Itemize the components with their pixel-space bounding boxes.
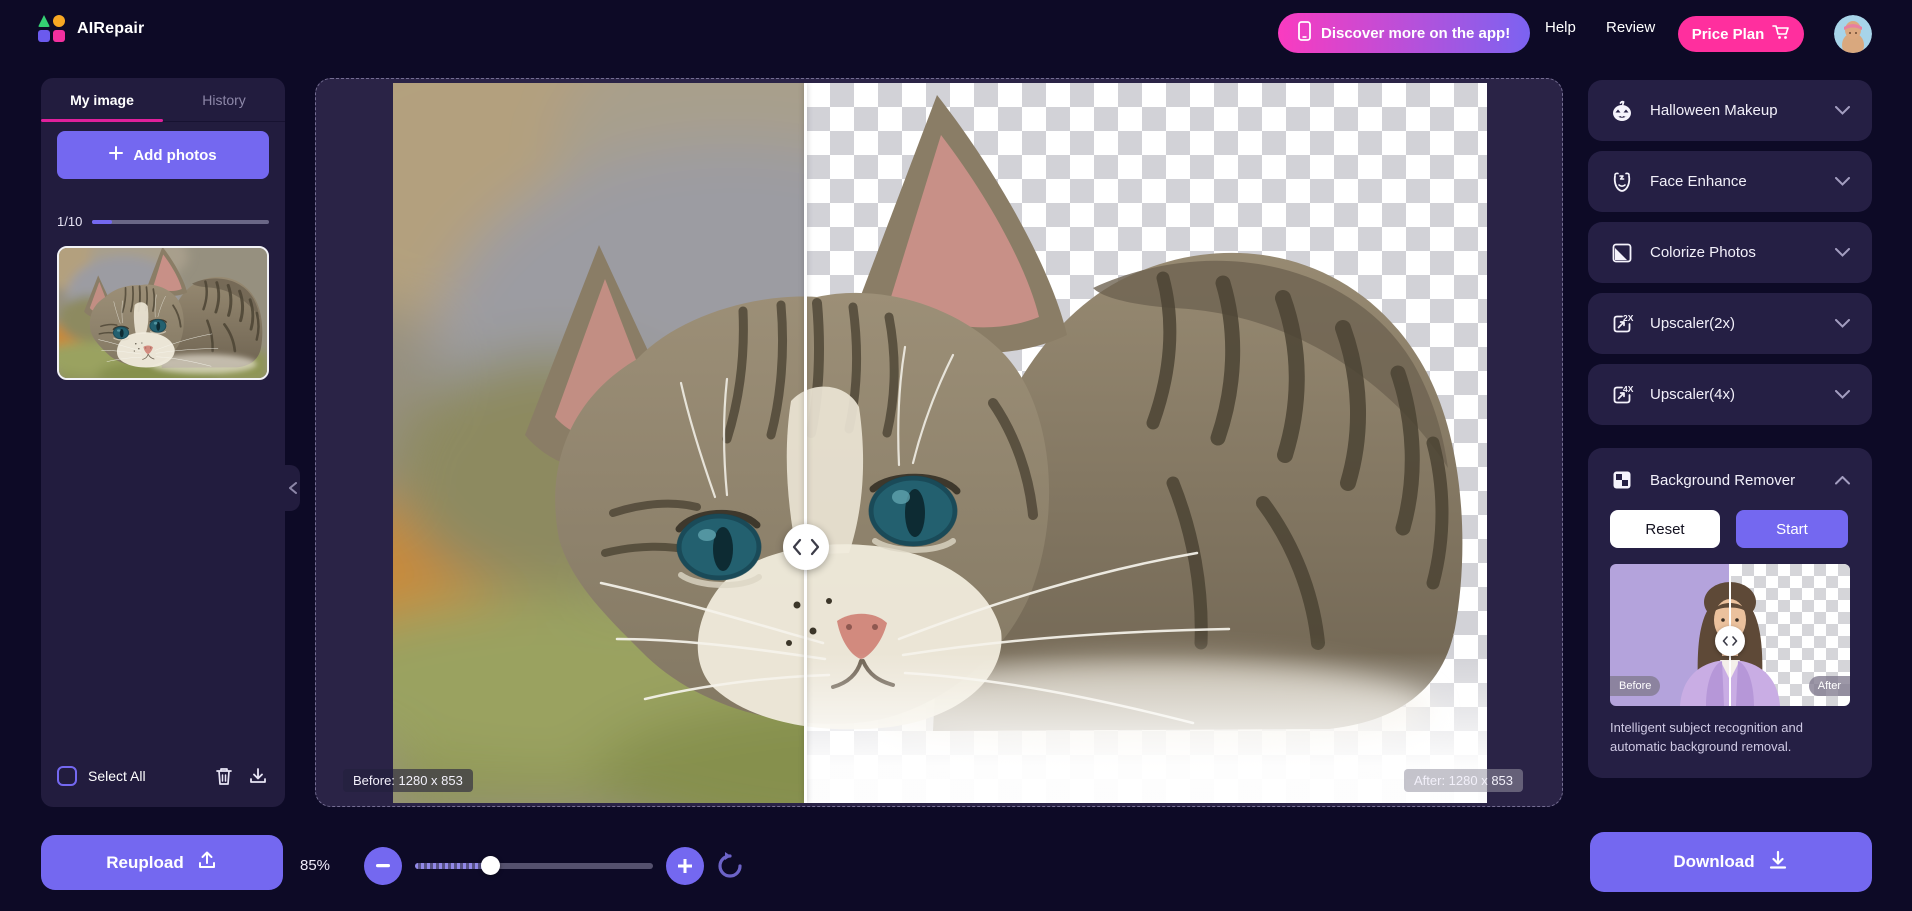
zoom-slider-thumb[interactable] bbox=[481, 856, 500, 875]
left-right-arrows-icon bbox=[1722, 636, 1738, 646]
compare-divider-line bbox=[804, 83, 807, 803]
tool-colorize-photos[interactable]: Colorize Photos bbox=[1588, 222, 1872, 283]
svg-text:4X: 4X bbox=[1623, 384, 1634, 394]
tool-label: Colorize Photos bbox=[1650, 244, 1819, 261]
tool-upscaler-2x[interactable]: 2X Upscaler(2x) bbox=[1588, 293, 1872, 354]
checkerboard-icon bbox=[1610, 468, 1634, 492]
photo-counter-row: 1/10 bbox=[57, 214, 269, 229]
tool-label: Upscaler(4x) bbox=[1650, 386, 1819, 403]
user-avatar[interactable] bbox=[1834, 15, 1872, 53]
select-all-row: Select All bbox=[57, 765, 269, 787]
tool-label: Upscaler(2x) bbox=[1650, 315, 1819, 332]
photo-counter: 1/10 bbox=[57, 214, 82, 229]
chevron-left-icon bbox=[289, 482, 297, 494]
photo-quota-bar bbox=[92, 220, 269, 224]
before-size-badge: Before: 1280 x 853 bbox=[343, 769, 473, 792]
download-icon bbox=[248, 766, 268, 786]
tool-label: Face Enhance bbox=[1650, 173, 1819, 190]
svg-text:2X: 2X bbox=[1623, 313, 1634, 323]
tool-face-enhance[interactable]: Face Enhance bbox=[1588, 151, 1872, 212]
reset-view-button[interactable] bbox=[712, 848, 748, 884]
background-remover-actions: Reset Start bbox=[1610, 510, 1850, 548]
background-remover-preview: Before After bbox=[1610, 564, 1850, 706]
tab-history[interactable]: History bbox=[163, 78, 285, 121]
after-image-half bbox=[806, 83, 1487, 803]
phone-icon bbox=[1298, 21, 1311, 45]
plus-icon bbox=[678, 859, 692, 873]
zoom-level-value: 85% bbox=[300, 857, 330, 874]
review-link[interactable]: Review bbox=[1606, 19, 1655, 36]
chevron-down-icon bbox=[1835, 319, 1850, 328]
panel-tabs: My image History bbox=[41, 78, 285, 122]
minus-icon bbox=[376, 864, 390, 868]
price-plan-button[interactable]: Price Plan bbox=[1678, 16, 1804, 52]
download-button[interactable]: Download bbox=[1590, 832, 1872, 892]
before-image-half bbox=[393, 83, 806, 803]
preview-before-badge: Before bbox=[1610, 676, 1660, 696]
discover-app-label: Discover more on the app! bbox=[1321, 25, 1510, 42]
top-bar: AIRepair Discover more on the app! Help … bbox=[0, 0, 1912, 68]
tab-my-image[interactable]: My image bbox=[41, 78, 163, 121]
tool-background-remover-panel: Background Remover Reset Start Before Af… bbox=[1588, 448, 1872, 778]
rotate-icon bbox=[715, 851, 745, 881]
delete-button[interactable] bbox=[213, 765, 235, 787]
editor-canvas: Before: 1280 x 853 After: 1280 x 853 bbox=[315, 78, 1563, 807]
chevron-down-icon bbox=[1835, 248, 1850, 257]
tool-upscaler-4x[interactable]: 4X Upscaler(4x) bbox=[1588, 364, 1872, 425]
download-icon bbox=[1767, 849, 1789, 876]
chevron-up-icon bbox=[1835, 476, 1850, 485]
before-after-compare bbox=[393, 83, 1487, 803]
logo-icon bbox=[38, 15, 65, 42]
after-size-badge: After: 1280 x 853 bbox=[1404, 769, 1523, 792]
reset-button[interactable]: Reset bbox=[1610, 510, 1720, 548]
chevron-down-icon bbox=[1835, 390, 1850, 399]
tool-label: Halloween Makeup bbox=[1650, 102, 1819, 119]
upload-icon bbox=[196, 849, 218, 876]
download-selected-button[interactable] bbox=[247, 765, 269, 787]
zoom-in-button[interactable] bbox=[666, 847, 704, 885]
preview-after-badge: After bbox=[1809, 676, 1850, 696]
colorize-icon bbox=[1610, 241, 1634, 265]
add-photos-label: Add photos bbox=[133, 147, 216, 164]
help-link[interactable]: Help bbox=[1545, 19, 1576, 36]
image-list-panel: My image History Add photos 1/10 Select … bbox=[41, 78, 285, 807]
reupload-label: Reupload bbox=[106, 853, 183, 873]
upscaler-icon: 4X bbox=[1610, 383, 1634, 407]
start-button[interactable]: Start bbox=[1736, 510, 1848, 548]
compare-slider-handle[interactable] bbox=[783, 524, 829, 570]
left-right-arrows-icon bbox=[791, 538, 821, 556]
chevron-down-icon bbox=[1835, 106, 1850, 115]
background-remover-header[interactable]: Background Remover bbox=[1610, 468, 1850, 492]
discover-app-button[interactable]: Discover more on the app! bbox=[1278, 13, 1530, 53]
app-title: AIRepair bbox=[77, 20, 144, 38]
cart-icon bbox=[1772, 24, 1790, 44]
select-all-label: Select All bbox=[88, 768, 201, 784]
collapse-panel-handle[interactable] bbox=[285, 465, 300, 511]
tool-halloween-makeup[interactable]: Halloween Makeup bbox=[1588, 80, 1872, 141]
tool-label: Background Remover bbox=[1650, 472, 1819, 489]
plus-icon bbox=[109, 146, 123, 164]
price-plan-label: Price Plan bbox=[1692, 26, 1765, 43]
upscaler-icon: 2X bbox=[1610, 312, 1634, 336]
preview-slider-handle[interactable] bbox=[1715, 626, 1745, 656]
airepair-app: AIRepair Discover more on the app! Help … bbox=[0, 0, 1912, 911]
add-photos-button[interactable]: Add photos bbox=[57, 131, 269, 179]
zoom-slider[interactable] bbox=[415, 863, 653, 869]
download-label: Download bbox=[1673, 852, 1754, 872]
app-logo[interactable]: AIRepair bbox=[38, 15, 144, 42]
select-all-checkbox[interactable] bbox=[57, 766, 77, 786]
chevron-down-icon bbox=[1835, 177, 1850, 186]
reupload-button[interactable]: Reupload bbox=[41, 835, 283, 890]
zoom-out-button[interactable] bbox=[364, 847, 402, 885]
face-mask-icon bbox=[1610, 170, 1634, 194]
trash-icon bbox=[215, 766, 233, 786]
pumpkin-icon bbox=[1610, 99, 1634, 123]
background-remover-description: Intelligent subject recognition and auto… bbox=[1610, 719, 1850, 757]
photo-thumbnail-selected[interactable] bbox=[57, 246, 269, 380]
